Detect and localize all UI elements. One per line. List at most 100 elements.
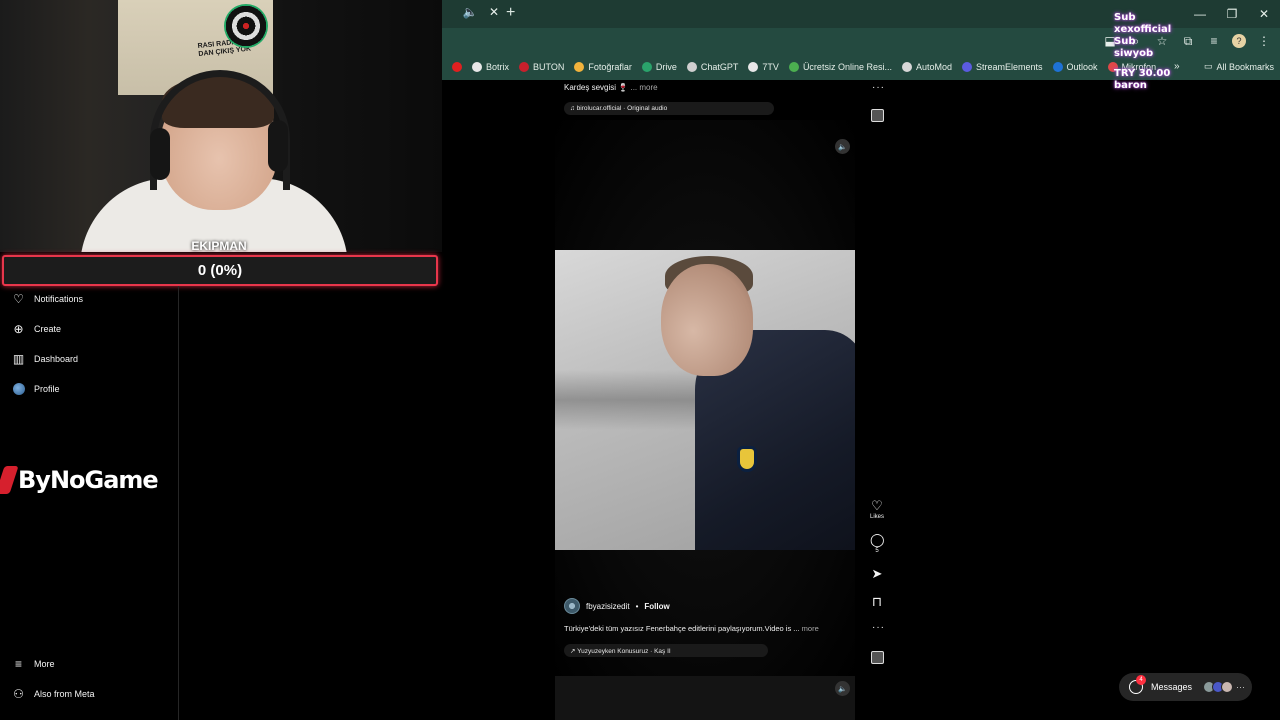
previous-reel-audio[interactable]: ♫ birolucar.official · Original audio [564, 102, 774, 115]
overlay-line: baron [1114, 80, 1147, 91]
author-avatar[interactable] [564, 598, 580, 614]
sidebar-item-notifications[interactable]: ♡ Notifications [12, 291, 84, 306]
overlay-line: Sub [1114, 12, 1136, 23]
sidebar-item-label: Dashboard [34, 353, 79, 364]
close-window-button[interactable]: ✕ [1248, 0, 1280, 28]
menu-kebab-icon[interactable]: ⋮ [1256, 33, 1272, 49]
botrix-icon [472, 62, 482, 72]
bookmark-item[interactable]: Botrix [472, 62, 509, 72]
sidebar-item-profile[interactable]: Profile [12, 382, 60, 395]
window-controls: — ❐ ✕ [1184, 0, 1280, 28]
profile-avatar-icon[interactable]: ? [1232, 34, 1246, 48]
streamelements-icon [962, 62, 972, 72]
messenger-icon: 4 [1129, 675, 1146, 694]
comment-icon: ◯ [870, 532, 885, 547]
extensions-icon[interactable]: ⧉ [1180, 33, 1196, 49]
club-crest-icon [737, 446, 757, 472]
bookmark-label: AutoMod [915, 62, 952, 72]
previous-audio-thumbnail[interactable] [871, 109, 884, 122]
automod-icon [901, 62, 912, 72]
sidebar-item-label: Create [34, 323, 62, 334]
follow-button[interactable]: Follow [644, 602, 669, 611]
7tv-icon [748, 62, 759, 72]
sidebar-item-label: More [34, 658, 55, 669]
next-reel-mute-icon[interactable]: 🔈 [835, 681, 850, 696]
overlay-line: xexofficial [1114, 24, 1172, 35]
webcam-feed: RASI RADIKOT DAN ÇIKIŞ YOK [0, 0, 442, 252]
messages-button[interactable]: 4 Messages ··· [1119, 673, 1252, 701]
send-icon: ➤ [871, 566, 883, 581]
sidebar-item-dashboard[interactable]: ▥ Dashboard [12, 351, 79, 366]
active-tab[interactable]: 🔈 ✕ [462, 5, 502, 19]
bookmark-item[interactable]: ChatGPT [686, 62, 738, 72]
caption-more-link[interactable]: ... more [630, 83, 657, 92]
dartboard [224, 4, 268, 48]
save-button[interactable]: ⊓ [870, 595, 884, 609]
sidebar-item-label: Also from Meta [34, 688, 95, 699]
bookmark-item[interactable]: Ücretsiz Online Resi... [788, 62, 892, 72]
overlay-line: Sub [1114, 36, 1136, 47]
sidebar-divider [178, 286, 179, 720]
bookmark-item[interactable]: BUTON [519, 62, 564, 72]
mute-icon[interactable]: 🔈 [835, 139, 850, 154]
bookmarks-overflow-button[interactable]: » [1174, 61, 1180, 72]
bookmark-label: Drive [655, 62, 677, 72]
like-button[interactable]: ♡ Likes [870, 499, 885, 521]
headphone-earcup-right [268, 120, 288, 172]
outlook-icon [1052, 62, 1063, 72]
messages-more-icon: ··· [1236, 682, 1246, 692]
bynogame-mark-icon [0, 466, 19, 494]
goal-progress-bar: 0 (0%) [2, 255, 438, 286]
bookmark-item[interactable]: Outlook [1052, 62, 1098, 72]
messages-label: Messages [1151, 682, 1193, 692]
sidebar-item-create[interactable]: ⊕ Create [12, 322, 62, 336]
speaker-icon[interactable]: 🔈 [462, 5, 478, 19]
new-tab-button[interactable]: + [506, 4, 515, 22]
sidebar-item-label: Profile [34, 383, 60, 394]
likes-label: Likes [870, 514, 885, 520]
bookmark-vodafone[interactable] [452, 62, 462, 72]
next-reel-preview[interactable] [555, 676, 855, 720]
goal-progress-text: 0 (0%) [197, 262, 243, 279]
media-controls-icon[interactable]: ≡ [1206, 33, 1222, 49]
chart-icon: ▥ [12, 351, 25, 366]
photos-icon [574, 62, 585, 72]
meta-icon: ⚇ [13, 686, 24, 701]
author-username[interactable]: fbyazisizedit [586, 602, 630, 611]
bookmark-label: Fotoğraflar [588, 62, 632, 72]
bookmark-item[interactable]: Fotoğraflar [574, 62, 632, 72]
caption-text: Türkiye'deki tüm yazısız Fenerbahçe edit… [564, 624, 800, 633]
reel-video[interactable] [555, 250, 855, 550]
sidebar-item-more[interactable]: ≡ More [12, 656, 55, 671]
rp-icon [788, 62, 799, 72]
bookmark-item[interactable]: AutoMod [901, 62, 952, 72]
all-bookmarks-label: All Bookmarks [1216, 61, 1275, 72]
chatgpt-icon [686, 62, 697, 72]
minimize-button[interactable]: — [1184, 0, 1216, 28]
goal-label: EKIPMAN [191, 239, 247, 253]
sidebar-item-also-from-meta[interactable]: ⚇ Also from Meta [12, 686, 95, 701]
contact-avatar [1221, 681, 1234, 693]
sidebar-item-label: Notifications [34, 293, 84, 304]
folder-icon: ▭ [1204, 61, 1213, 71]
bookmark-item[interactable]: StreamElements [962, 62, 1043, 72]
previous-reel-more-icon[interactable]: ··· [872, 82, 885, 93]
comments-count: 5 [875, 548, 879, 554]
tab-close-icon[interactable]: ✕ [486, 5, 502, 19]
bookmark-item[interactable]: 7TV [748, 62, 779, 72]
bookmark-icon: ⊓ [871, 594, 883, 609]
share-button[interactable]: ➤ [870, 567, 884, 581]
comment-button[interactable]: ◯ 5 [870, 532, 885, 555]
restore-button[interactable]: ❐ [1216, 0, 1248, 28]
caption-more-link[interactable]: more [802, 624, 819, 633]
heart-icon: ♡ [13, 291, 24, 306]
reel-more-icon[interactable]: ··· [872, 622, 885, 633]
reel-caption: Türkiye'deki tüm yazısız Fenerbahçe edit… [564, 624, 819, 633]
all-bookmarks-button[interactable]: ▭ All Bookmarks [1204, 61, 1274, 72]
bookmark-label: Ücretsiz Online Resi... [802, 62, 892, 72]
previous-reel-caption: Kardeş sevgisi 🍷 ... more [564, 83, 658, 92]
audio-thumbnail[interactable] [871, 651, 884, 664]
bookmark-item[interactable]: Drive [641, 62, 677, 72]
menu-icon: ≡ [14, 656, 22, 671]
reel-audio[interactable]: ↗ Yuzyuzeyken Konusuruz · Kaş II [564, 644, 768, 657]
